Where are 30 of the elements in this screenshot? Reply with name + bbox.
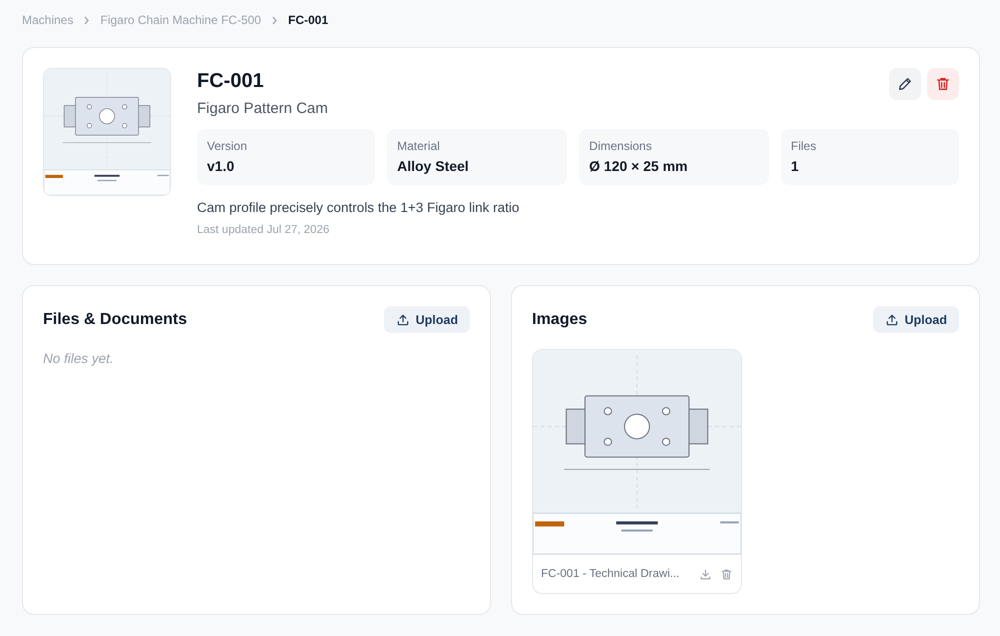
spec-label: Dimensions (589, 139, 653, 153)
empty-message: No files yet. (43, 351, 115, 366)
spec-value: Alloy Steel (397, 158, 470, 174)
spec-label: Version (207, 139, 248, 153)
breadcrumb-item: FC-001 (288, 13, 328, 27)
image-caption: FC-001 - Technical Drawi... (541, 568, 680, 580)
panel-title: Images (532, 310, 588, 328)
chevron-icon (271, 16, 278, 24)
upload-button[interactable]: Upload (872, 306, 959, 333)
description: Cam profile precisely controls the 1+3 Figaro link ratio (197, 200, 520, 215)
spec-value: 1 (790, 158, 800, 174)
trash-icon (935, 76, 951, 92)
upload-button[interactable]: Upload (384, 306, 470, 333)
spec-label: Material (397, 139, 441, 153)
upload-icon (396, 312, 410, 326)
last-updated: Last updated Jul 27, 2026 (197, 224, 330, 236)
download-button[interactable] (699, 568, 712, 580)
panel-title: Files & Documents (43, 310, 188, 328)
upload-icon (884, 312, 899, 326)
spec-label: Files (790, 139, 818, 153)
part-code: FC-001 (197, 69, 265, 94)
spec-value: Ø 120 × 25 mm (589, 158, 689, 174)
image-card[interactable]: FC-001 - Technical Drawi... (532, 349, 742, 594)
spec-value: v1.0 (207, 158, 236, 174)
part-name: Figaro Pattern Cam (197, 100, 328, 117)
pencil-icon (897, 76, 913, 92)
delete-button[interactable] (927, 68, 959, 100)
delete-button[interactable] (720, 568, 733, 580)
edit-button[interactable] (889, 68, 921, 100)
chevron-icon (83, 16, 90, 24)
